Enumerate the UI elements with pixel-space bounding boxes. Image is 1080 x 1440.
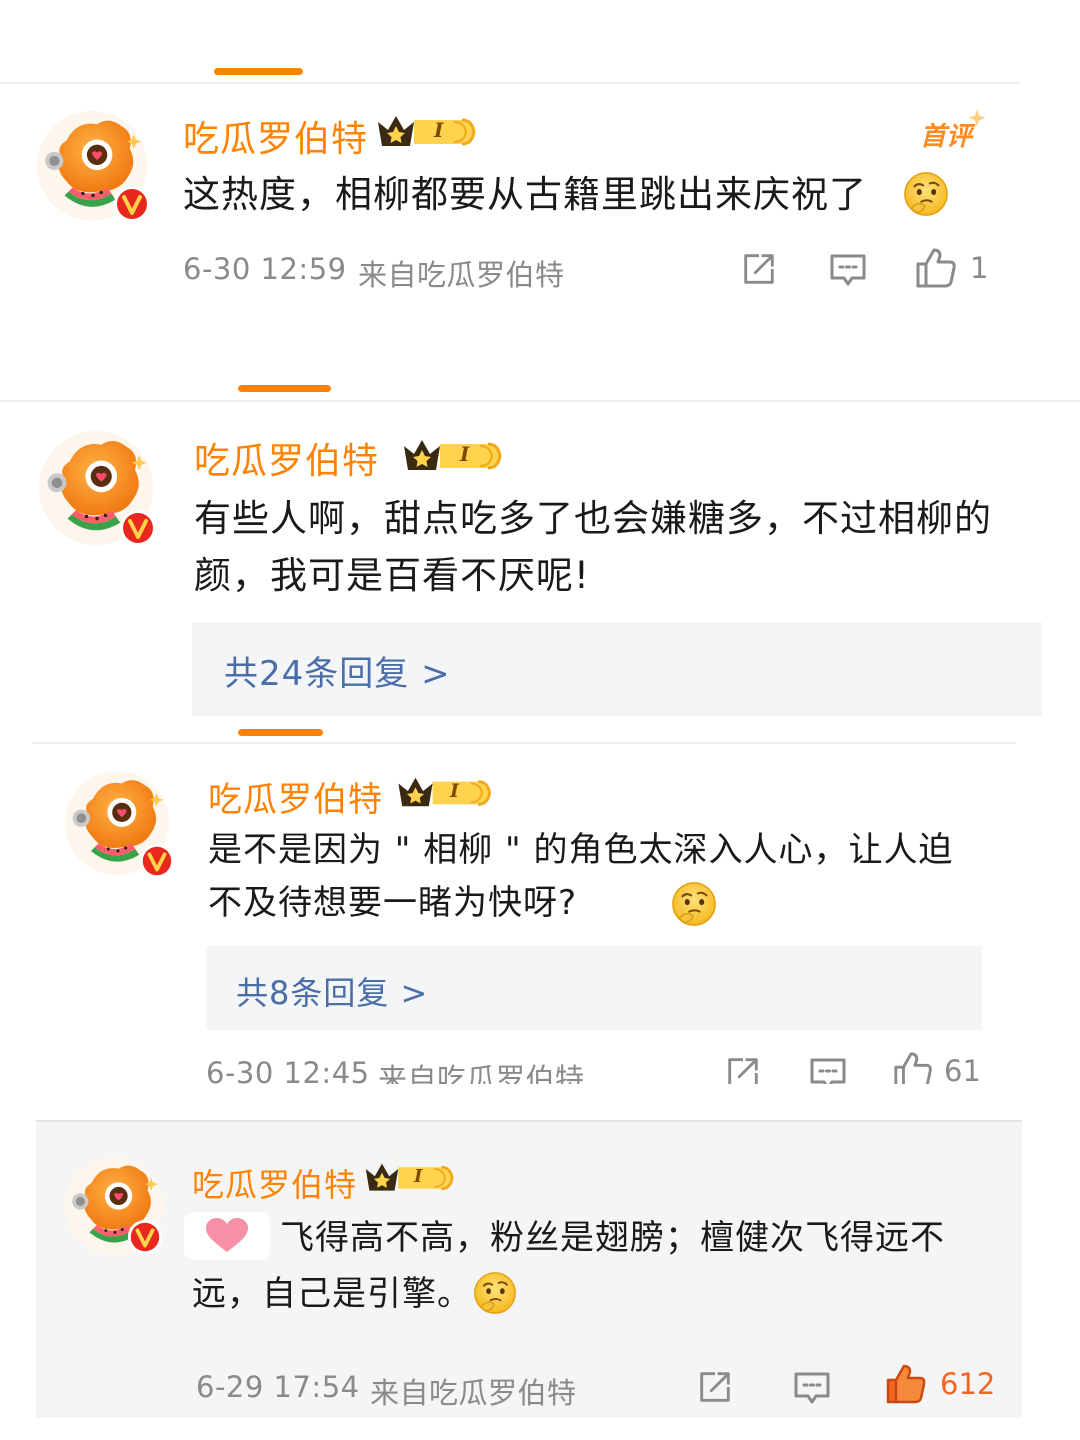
share-button[interactable] xyxy=(724,1054,762,1084)
like-count: 612 xyxy=(940,1367,996,1401)
comment-time: 6-29 17:54 xyxy=(196,1370,360,1404)
verified-v-badge-icon xyxy=(112,184,152,224)
crown-level-badge-icon[interactable] xyxy=(400,436,504,476)
comment-text: 这热度，相柳都要从古籍里跳出来庆祝了 xyxy=(183,173,867,216)
comment-source: 来自吃瓜罗伯特 xyxy=(370,1376,577,1410)
comment-button[interactable] xyxy=(808,1054,848,1084)
level-text: I xyxy=(434,118,444,142)
like-count: 61 xyxy=(944,1054,981,1084)
thumbs-up-icon xyxy=(884,1362,928,1406)
comment-card: 吃瓜罗伯特 I 首评 这热度，相柳都要从古籍里跳出来庆祝了 6-30 12:59… xyxy=(0,84,1080,364)
comment-icon xyxy=(808,1054,848,1084)
thinking-face-emoji-icon xyxy=(670,880,718,928)
verified-v-badge-icon xyxy=(138,842,176,880)
share-button[interactable] xyxy=(740,250,778,288)
comment-text: 是不是因为 " 相柳 " 的角色太深入人心，让人迫不及待想要一睹为快呀? xyxy=(208,830,954,923)
level-text: I xyxy=(414,1166,423,1187)
comment-icon xyxy=(828,250,868,290)
username[interactable]: 吃瓜罗伯特 xyxy=(208,772,383,821)
comment-text: 有些人啊，甜点吃多了也会嫌糖多，不过相柳的颜，我可是百看不厌呢! xyxy=(194,497,992,598)
verified-v-badge-icon xyxy=(126,1218,164,1256)
comment-card: 吃瓜罗伯特 I 飞得高不高，粉丝是翅膀；檀健次飞得远不 远，自己是引擎。 6-2… xyxy=(36,1120,1022,1418)
username[interactable]: 吃瓜罗伯特 xyxy=(183,110,368,162)
tab-indicator xyxy=(238,729,323,736)
share-icon xyxy=(740,250,778,288)
comment-text-line: 远，自己是引擎。 xyxy=(192,1274,472,1314)
share-button[interactable] xyxy=(696,1368,734,1406)
level-text: I xyxy=(450,780,459,802)
thinking-face-emoji-icon xyxy=(902,170,950,218)
like-button[interactable]: 61 xyxy=(892,1050,981,1084)
view-replies-link[interactable]: 共8条回复 > xyxy=(236,968,428,1014)
username[interactable]: 吃瓜罗伯特 xyxy=(194,432,379,484)
crown-level-badge-icon[interactable] xyxy=(376,112,476,152)
comment-source: 来自吃瓜罗伯特 xyxy=(358,258,565,292)
comment-text-line: 飞得高不高，粉丝是翅膀；檀健次飞得远不 xyxy=(280,1218,945,1258)
like-count: 1 xyxy=(970,251,989,285)
comment-card: 吃瓜罗伯特 I 有些人啊，甜点吃多了也会嫌糖多，不过相柳的颜，我可是百看不厌呢!… xyxy=(0,402,1080,742)
thumbs-up-icon xyxy=(914,246,958,290)
comment-source: 来自吃瓜罗伯特 xyxy=(378,1062,585,1084)
heart-emoji-icon xyxy=(184,1212,270,1260)
like-button[interactable]: 612 xyxy=(884,1362,995,1406)
thumbs-up-icon xyxy=(892,1050,934,1084)
comment-icon xyxy=(792,1368,832,1408)
thinking-face-emoji-icon xyxy=(472,1270,518,1316)
crown-level-badge-icon[interactable] xyxy=(362,1160,456,1196)
tab-indicator xyxy=(214,68,303,75)
sparkle-icon xyxy=(968,109,986,127)
share-icon xyxy=(696,1368,734,1406)
crown-level-badge-icon[interactable] xyxy=(396,774,492,812)
comment-button[interactable] xyxy=(828,250,868,290)
comment-time: 6-30 12:45 xyxy=(206,1056,370,1084)
username[interactable]: 吃瓜罗伯特 xyxy=(192,1160,357,1206)
share-icon xyxy=(724,1054,762,1084)
comment-button[interactable] xyxy=(792,1368,832,1408)
level-text: I xyxy=(460,442,470,466)
verified-v-badge-icon xyxy=(118,508,158,548)
tab-indicator xyxy=(238,385,331,392)
view-replies-link[interactable]: 共24条回复 > xyxy=(224,646,451,695)
comment-time: 6-30 12:59 xyxy=(183,252,347,286)
first-comment-tag: 首评 xyxy=(920,122,973,152)
like-button[interactable]: 1 xyxy=(914,246,988,290)
divider xyxy=(36,1120,1022,1122)
comment-card: 吃瓜罗伯特 I 是不是因为 " 相柳 " 的角色太深入人心，让人迫不及待想要一睹… xyxy=(0,744,1080,1084)
